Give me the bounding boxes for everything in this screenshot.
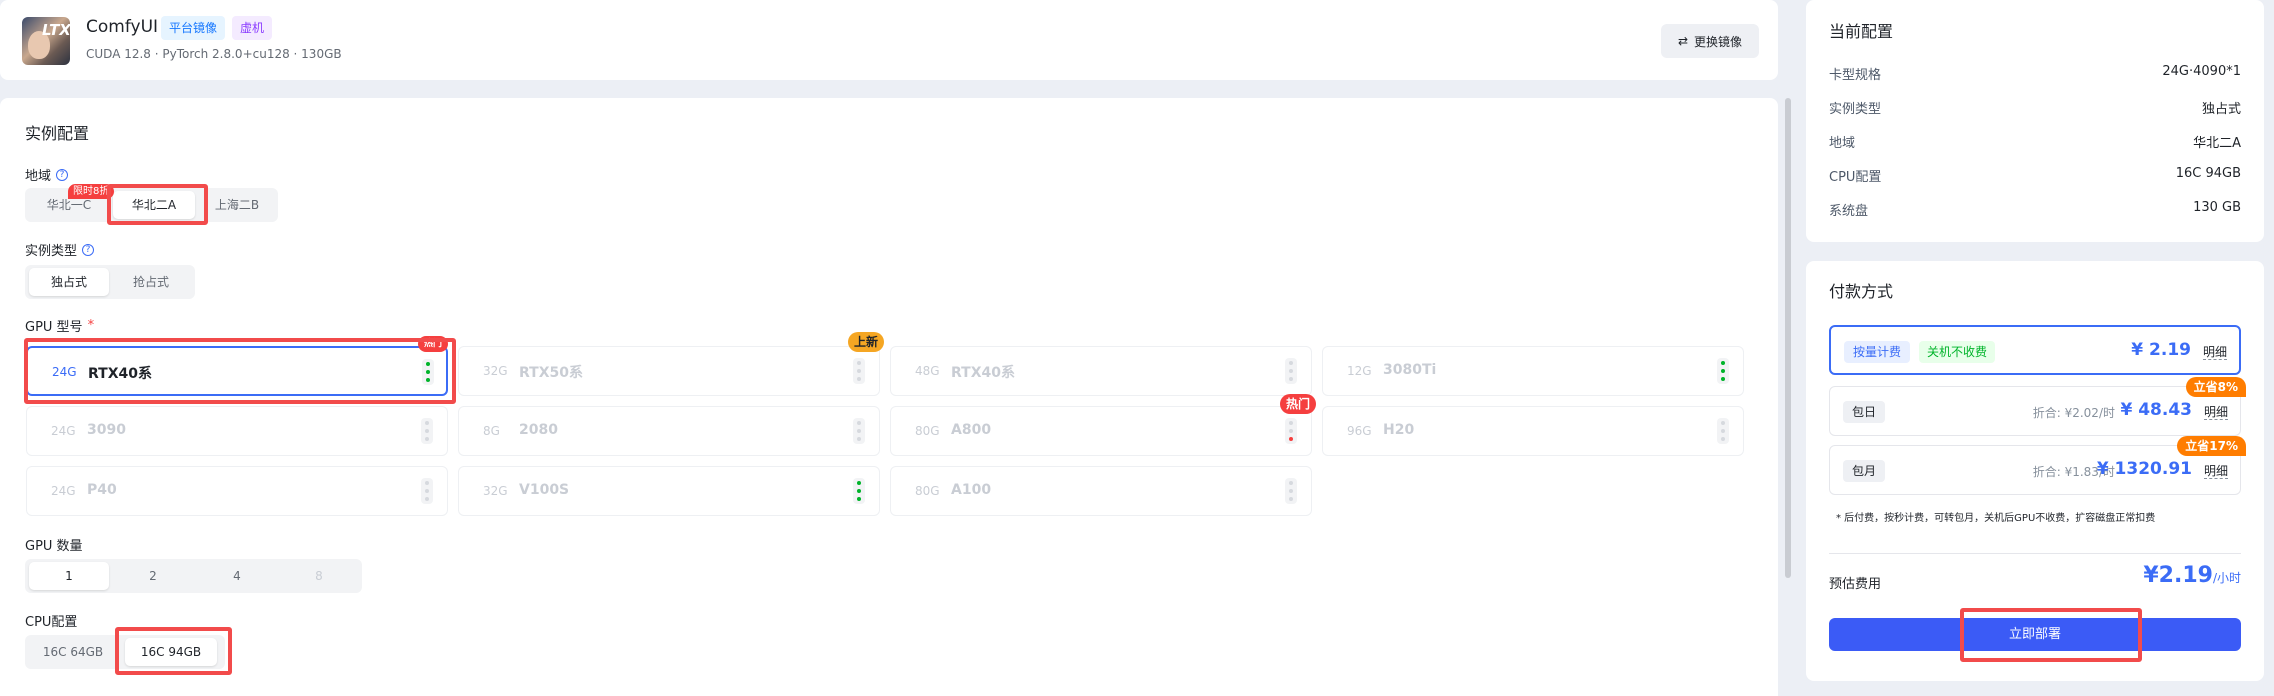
region-selector: 华北一C 华北二A 上海二B xyxy=(25,188,278,222)
billing-note: * 后付费，按秒计费，可转包月，关机后GPU不收费，扩容磁盘正常扣费 xyxy=(1836,513,2156,524)
swap-icon: ⇄ xyxy=(1677,34,1689,48)
gpu-count-label: GPU 数量 xyxy=(25,539,83,554)
switch-image-button[interactable]: ⇄ 更换镜像 xyxy=(1661,24,1759,58)
availability-indicator xyxy=(421,418,433,444)
current-row: 地域 华北二A xyxy=(1829,136,2241,151)
gpu-count-4[interactable]: 4 xyxy=(197,562,277,590)
save-badge: 立省8% xyxy=(2185,377,2246,397)
instance-type-label: 实例类型? xyxy=(25,240,95,259)
region-option-3[interactable]: 上海二B xyxy=(199,191,275,219)
new-badge: 上新 xyxy=(848,332,885,352)
image-card: LTX ComfyUI 平台镜像 虚机 CUDA 12.8 · PyTorch … xyxy=(0,0,1778,80)
gpu-count-selector: 1 2 4 8 xyxy=(25,559,362,593)
estimate-label: 预估费用 xyxy=(1829,577,1882,592)
availability-indicator xyxy=(1285,358,1297,384)
gpu-card-h20[interactable]: 96G H20 xyxy=(1322,406,1744,456)
gpu-card-2080[interactable]: 8G 2080 xyxy=(458,406,880,456)
image-avatar: LTX xyxy=(22,17,70,65)
image-title: ComfyUI xyxy=(86,17,159,37)
section-title: 实例配置 xyxy=(25,124,90,143)
availability-indicator xyxy=(853,358,865,384)
gpu-card-rtx40-48g[interactable]: 48G RTX40系 xyxy=(890,346,1312,396)
availability-indicator xyxy=(1285,478,1297,504)
availability-indicator xyxy=(1717,418,1729,444)
deploy-button[interactable]: 立即部署 xyxy=(1829,618,2241,651)
availability-indicator xyxy=(853,478,865,504)
gpu-card-rtx50-32g[interactable]: 32G RTX50系 xyxy=(458,346,880,396)
hot-badge: 热门 xyxy=(1280,394,1317,414)
save-badge: 立省17% xyxy=(2177,436,2246,456)
detail-link[interactable]: 明细 xyxy=(2203,405,2228,420)
cpu-config-selector: 16C 64GB 16C 94GB xyxy=(25,635,225,669)
help-icon: ? xyxy=(56,168,69,181)
help-icon: ? xyxy=(82,243,95,256)
payment-title: 付款方式 xyxy=(1829,282,1894,301)
instance-type-selector: 独占式 抢占式 xyxy=(25,265,195,299)
availability-indicator xyxy=(421,478,433,504)
scrollbar[interactable] xyxy=(1785,98,1791,578)
current-row: 实例类型 独占式 xyxy=(1829,102,2241,117)
estimate-value: ¥2.19/小时 xyxy=(2143,563,2241,588)
payment-card: 付款方式 按量计费 关机不收费 ¥ 2.19 明细 包日 折合: ¥2.02/时… xyxy=(1806,261,2264,681)
cpu-config-label: CPU配置 xyxy=(25,615,78,630)
hot-badge: 热门 xyxy=(418,336,449,352)
promo-badge: 限时8折 xyxy=(68,184,115,199)
region-label: 地域? xyxy=(25,165,69,184)
gpu-model-label: GPU 型号 * xyxy=(25,318,95,335)
payment-option-pay-as-you-go[interactable]: 按量计费 关机不收费 ¥ 2.19 明细 xyxy=(1829,325,2241,375)
payment-option-daily[interactable]: 包日 折合: ¥2.02/时 ¥ 48.43 明细 立省8% xyxy=(1829,377,2246,436)
availability-indicator xyxy=(853,418,865,444)
availability-indicator xyxy=(422,359,434,385)
divider xyxy=(1829,553,2241,554)
tag-vm: 虚机 xyxy=(232,16,273,40)
gpu-card-a100[interactable]: 80G A100 xyxy=(890,466,1312,516)
cpu-option-16c64[interactable]: 16C 64GB xyxy=(29,638,117,666)
gpu-card-v100s[interactable]: 32G V100S xyxy=(458,466,880,516)
payment-option-monthly[interactable]: 包月 折合: ¥1.83/时 ¥ 1320.91 明细 立省17% xyxy=(1829,436,2246,495)
availability-indicator xyxy=(1285,418,1297,444)
current-row: 系统盘 130 GB xyxy=(1829,200,2241,219)
detail-link[interactable]: 明细 xyxy=(2202,345,2227,360)
tag-platform-image: 平台镜像 xyxy=(161,16,226,40)
gpu-card-a800[interactable]: 80G A800 xyxy=(890,406,1312,456)
current-config-title: 当前配置 xyxy=(1829,22,1894,41)
image-subtitle: CUDA 12.8 · PyTorch 2.8.0+cu128 · 130GB xyxy=(86,47,342,61)
availability-indicator xyxy=(1717,358,1729,384)
gpu-count-8[interactable]: 8 xyxy=(279,562,359,590)
region-option-2[interactable]: 华北二A xyxy=(113,191,195,219)
gpu-count-1[interactable]: 1 xyxy=(29,562,109,590)
gpu-card-3080ti[interactable]: 12G 3080Ti xyxy=(1322,346,1744,396)
gpu-card-p40[interactable]: 24G P40 xyxy=(26,466,448,516)
instance-type-preemptible[interactable]: 抢占式 xyxy=(111,268,191,296)
current-config-card: 当前配置 卡型规格 24G·4090*1 实例类型 独占式 地域 华北二A CPU配置… xyxy=(1806,0,2264,242)
gpu-card-3090[interactable]: 24G 3090 xyxy=(26,406,448,456)
gpu-card-rtx40-24g[interactable]: 24G RTX40系 xyxy=(26,346,448,396)
instance-type-exclusive[interactable]: 独占式 xyxy=(29,268,109,296)
current-row: 卡型规格 24G·4090*1 xyxy=(1829,64,2241,83)
current-row: CPU配置 16C 94GB xyxy=(1829,166,2241,185)
cpu-option-16c94[interactable]: 16C 94GB xyxy=(125,638,217,666)
gpu-count-2[interactable]: 2 xyxy=(113,562,193,590)
detail-link[interactable]: 明细 xyxy=(2203,464,2228,479)
